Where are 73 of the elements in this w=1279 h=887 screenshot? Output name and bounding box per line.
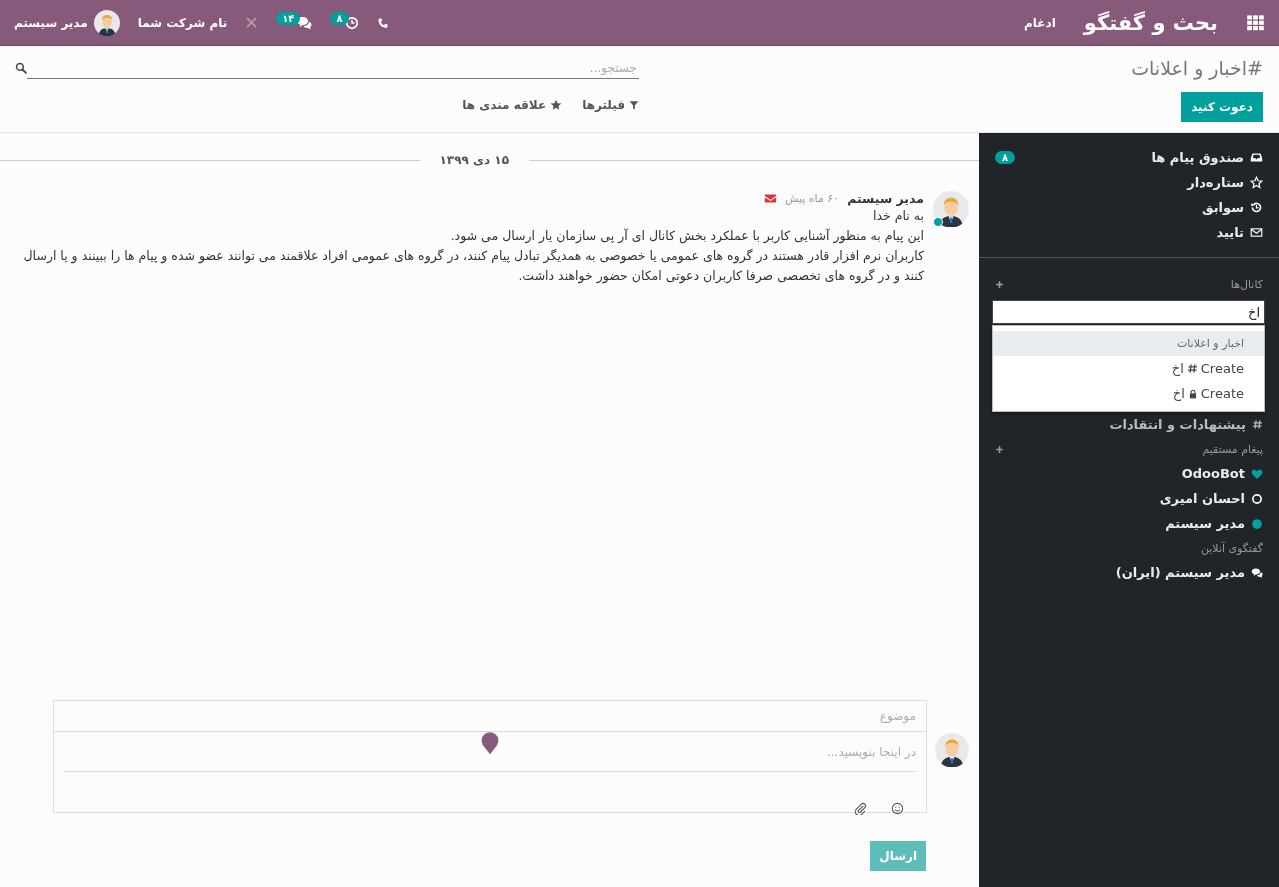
date-separator: ۱۵ دی ۱۳۹۹	[438, 153, 510, 167]
menu-item[interactable]: ادغام	[1024, 15, 1056, 30]
avatar-icon	[93, 9, 120, 36]
avatar-icon	[935, 733, 969, 767]
envelope-icon	[1250, 226, 1263, 239]
section-heading: گفتگوی آنلاین	[1200, 541, 1263, 555]
section-heading: کانال‌ها	[1230, 277, 1263, 291]
mailbox-item[interactable]: تایید	[979, 220, 1279, 245]
channel-name: اخ	[1172, 386, 1185, 401]
contact-name: مدیر سیستم	[1165, 516, 1245, 531]
filter-icon	[629, 100, 639, 110]
star-icon	[550, 99, 563, 111]
filters-toggle[interactable]: فیلترها	[582, 98, 639, 112]
livechat-label: مدیر سیستم (ایران)	[1115, 565, 1245, 580]
plus-icon[interactable]	[995, 279, 1004, 289]
lock-icon	[1187, 388, 1198, 399]
mailbox-label: ستاره‌دار	[1187, 175, 1244, 190]
mailbox-label: تایید	[1216, 225, 1244, 240]
direct-message-item[interactable]: مدیر سیستم	[979, 511, 1279, 536]
plus-icon[interactable]	[995, 444, 1004, 454]
heart-icon	[1251, 467, 1263, 480]
message-text: این پیام به منظور آشنایی کاربر با عملکرد بخش کانال ای آر پی سازمان یار ارسال می شود.	[449, 227, 924, 246]
message-time: ۶۰ ماه پیش	[784, 192, 840, 205]
inbox-tray-icon	[1250, 151, 1263, 164]
channel-item[interactable]: پیشنهادات و انتقادات	[979, 412, 1279, 437]
user-name[interactable]: مدیر سیستم	[14, 15, 88, 30]
option-label: Create	[1200, 361, 1244, 376]
channel-name: اخ	[1171, 361, 1184, 376]
app-title: بحث و گفتگو	[1083, 10, 1218, 35]
contact-name: OdooBot	[1181, 466, 1245, 481]
activity-count-badge: ۸	[330, 12, 349, 25]
message-text: به نام خدا	[872, 207, 924, 225]
unread-counter: ۸	[995, 151, 1016, 164]
channel-title: #اخبار و اعلانات	[1130, 57, 1263, 79]
livechat-item[interactable]: مدیر سیستم (ایران)	[979, 560, 1279, 585]
envelope-icon	[763, 192, 777, 205]
mailbox-label: سوابق	[1202, 200, 1244, 215]
channel-label: پیشنهادات و انتقادات	[1109, 417, 1246, 432]
section-heading: پیغام مستقیم	[1202, 442, 1263, 456]
smiley-icon[interactable]	[891, 802, 904, 815]
star-outline-icon	[1250, 176, 1263, 189]
online-status-icon	[1251, 517, 1263, 530]
favorites-toggle[interactable]: علاقه مندی ها	[462, 98, 563, 112]
chat-bubbles-icon	[1251, 566, 1263, 579]
direct-message-item[interactable]: احسان امیری	[979, 486, 1279, 511]
mailbox-item[interactable]: سوابق	[979, 195, 1279, 220]
subject-field[interactable]: موضوع	[54, 701, 926, 732]
paperclip-icon[interactable]	[854, 802, 867, 815]
contact-name: احسان امیری	[1159, 491, 1245, 506]
message-count-badge: ۱۴	[276, 12, 301, 25]
apps-grid-icon[interactable]	[1246, 13, 1265, 32]
channel-search-field[interactable]: اخ	[992, 300, 1265, 324]
composer-box[interactable]: موضوع در اینجا بنویسید...	[53, 700, 927, 813]
clock-icon[interactable]	[344, 15, 359, 30]
mailbox-item[interactable]: ستاره‌دار	[979, 170, 1279, 195]
avatar-icon	[933, 191, 969, 227]
message-text: کاربران نرم افزار قادر هستند در گروه های عمومی یا خصوصی به همدیگر تبادل پیام کنند، در گروه های عمومی افراد علاقمند می توانند عضو شده و پیام ها را ببینند و یا ارسال کنند و در گروه های تخصصی صرفا کاربران دعوتی امکان حضور خواهند داشت.	[22, 247, 924, 286]
company-name[interactable]: نام شرکت شما	[137, 15, 228, 30]
option-label: Create	[1200, 386, 1244, 401]
phone-icon[interactable]	[376, 16, 389, 29]
hash-icon	[1186, 363, 1198, 374]
offline-status-icon	[1251, 492, 1263, 505]
mailbox-item[interactable]: صندوق پیام ها ۸	[979, 145, 1279, 170]
direct-message-item[interactable]: OdooBot	[979, 461, 1279, 486]
mailbox-label: صندوق پیام ها	[1151, 150, 1244, 165]
hash-icon	[1252, 419, 1263, 430]
option-label: اخبار و اعلانات	[1176, 337, 1244, 350]
message-field[interactable]: در اینجا بنویسید...	[64, 732, 916, 772]
message-author: مدیر سیستم	[847, 191, 924, 206]
search-icon[interactable]	[15, 62, 27, 74]
search-field[interactable]: جستجو...	[27, 57, 639, 79]
autocomplete-option[interactable]: اخبار و اعلانات	[993, 331, 1264, 356]
history-icon	[1250, 201, 1263, 214]
